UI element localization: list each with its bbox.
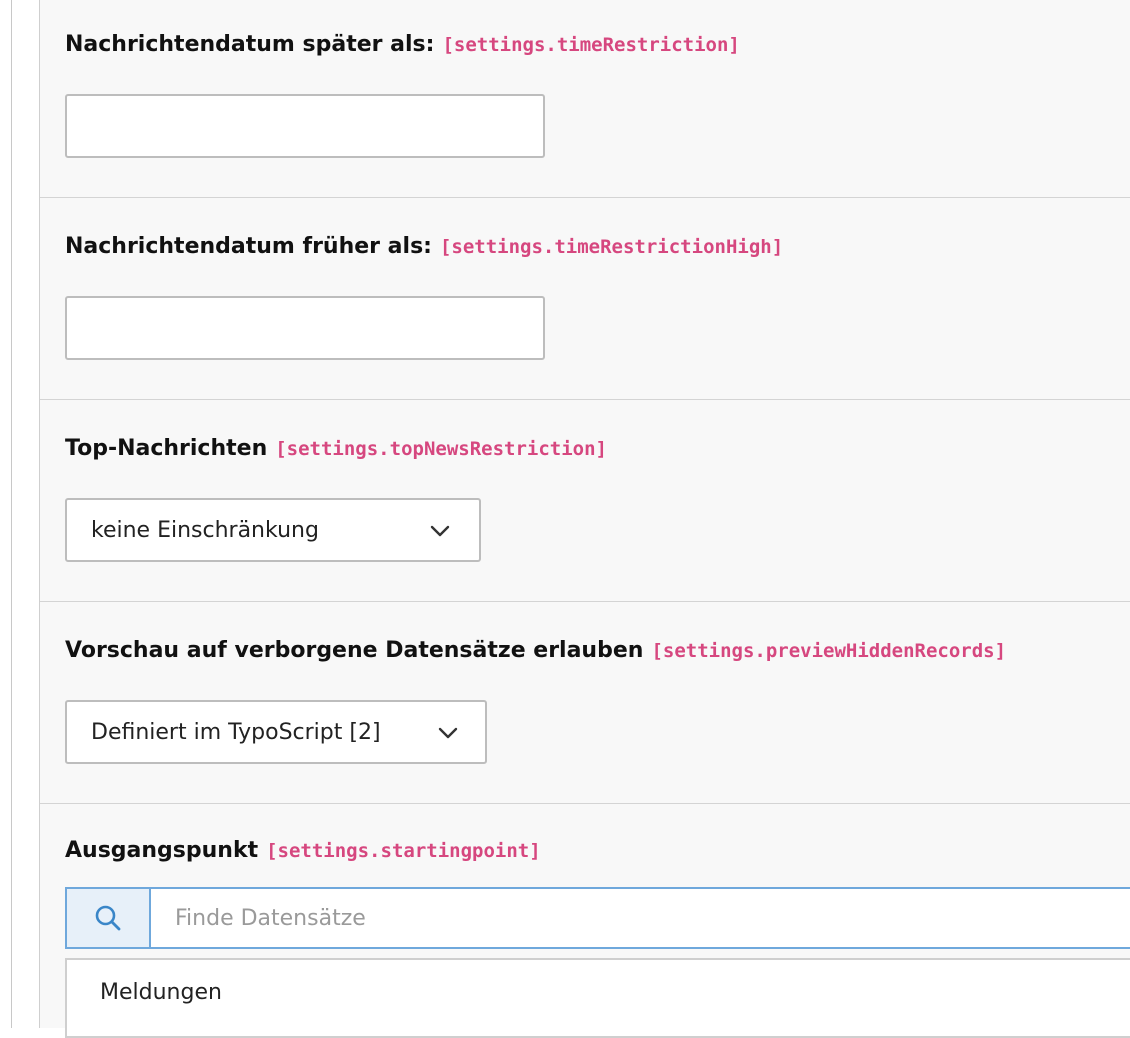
field-label-text: Nachrichtendatum früher als: — [65, 234, 432, 259]
chevron-down-icon — [430, 525, 450, 537]
search-addon[interactable] — [67, 889, 151, 947]
field-label: Top-Nachrichten [settings.topNewsRestric… — [65, 436, 607, 461]
field-preview-hidden-records: Vorschau auf verborgene Datensätze erlau… — [40, 602, 1130, 804]
list-item[interactable]: Meldungen — [100, 980, 222, 1005]
field-label-text: Vorschau auf verborgene Datensätze erlau… — [65, 638, 644, 663]
field-label-text: Ausgangspunkt — [65, 838, 259, 863]
select-value: Definiert im TypoScript [2] — [91, 719, 381, 745]
field-key: [settings.startingpoint] — [266, 840, 541, 862]
field-key: [settings.previewHiddenRecords] — [651, 640, 1007, 662]
search-icon — [95, 905, 121, 931]
chevron-down-icon — [438, 727, 458, 739]
field-top-news-restriction: Top-Nachrichten [settings.topNewsRestric… — [40, 400, 1130, 602]
field-time-restriction-high: Nachrichtendatum früher als: [settings.t… — [40, 198, 1130, 400]
field-key: [settings.topNewsRestriction] — [275, 438, 607, 460]
field-label-text: Top-Nachrichten — [65, 436, 268, 461]
field-time-restriction: Nachrichtendatum später als: [settings.t… — [40, 0, 1130, 198]
field-label: Vorschau auf verborgene Datensätze erlau… — [65, 638, 1006, 663]
time-restriction-input[interactable] — [65, 94, 545, 158]
field-label: Nachrichtendatum früher als: [settings.t… — [65, 234, 783, 259]
top-news-select[interactable]: keine Einschränkung — [65, 498, 481, 562]
field-label: Nachrichtendatum später als: [settings.t… — [65, 32, 740, 57]
select-value: keine Einschränkung — [91, 517, 319, 543]
preview-hidden-select[interactable]: Definiert im TypoScript [2] — [65, 700, 487, 764]
selected-records-list: Meldungen — [65, 958, 1130, 1038]
left-rail — [0, 0, 12, 1028]
search-input[interactable] — [151, 889, 1130, 947]
field-key: [settings.timeRestrictionHigh] — [439, 236, 784, 258]
record-search — [65, 887, 1130, 949]
field-label-text: Nachrichtendatum später als: — [65, 32, 435, 57]
time-restriction-high-input[interactable] — [65, 296, 545, 360]
field-label: Ausgangspunkt [settings.startingpoint] — [65, 838, 541, 863]
field-key: [settings.timeRestriction] — [442, 34, 740, 56]
flexform-panel: Nachrichtendatum später als: [settings.t… — [39, 0, 1130, 1038]
